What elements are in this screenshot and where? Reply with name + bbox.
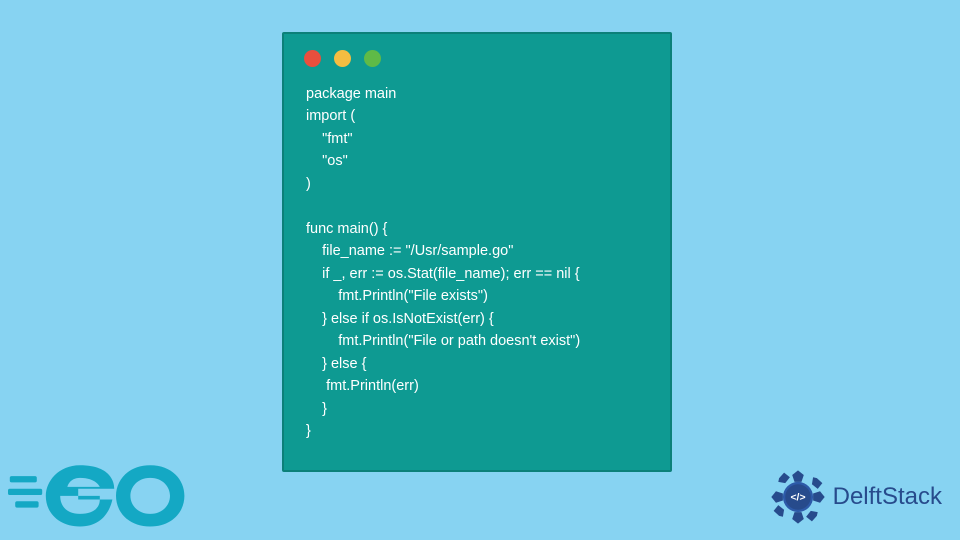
close-icon xyxy=(304,50,321,67)
delftstack-text: DelftStack xyxy=(833,483,942,511)
delftstack-badge-icon: </> xyxy=(769,468,827,526)
minimize-icon xyxy=(334,50,351,67)
code-snippet: package main import ( "fmt" "os" ) func … xyxy=(284,77,670,463)
svg-text:</>: </> xyxy=(790,492,805,503)
go-logo xyxy=(8,456,188,534)
delftstack-logo: </> DelftStack xyxy=(769,468,942,526)
maximize-icon xyxy=(364,50,381,67)
window-traffic-lights xyxy=(284,34,670,77)
code-window: package main import ( "fmt" "os" ) func … xyxy=(282,32,672,472)
